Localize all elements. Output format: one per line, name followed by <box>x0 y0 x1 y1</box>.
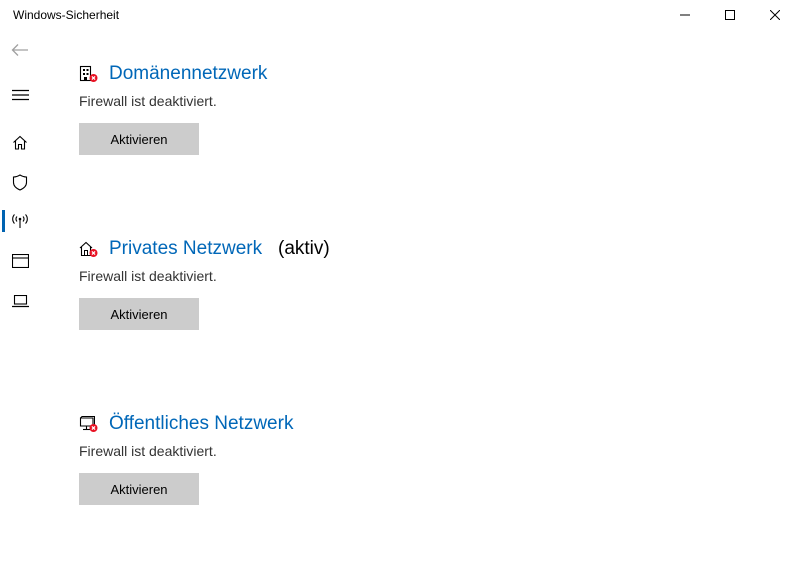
network-section-private: Privates Netzwerk (aktiv) Firewall ist d… <box>79 237 579 330</box>
nav-app-browser-control[interactable] <box>0 243 40 279</box>
network-section-domain: Domänennetzwerk Firewall ist deaktiviert… <box>79 62 579 155</box>
shield-icon <box>12 173 28 191</box>
maximize-button[interactable] <box>707 0 753 30</box>
network-section-public: Öffentliches Netzwerk Firewall ist deakt… <box>79 412 579 505</box>
activate-public-firewall-button[interactable]: Aktivieren <box>79 473 199 505</box>
active-network-label: (aktiv) <box>278 238 330 259</box>
nav-firewall-network[interactable] <box>0 203 40 239</box>
private-network-error-icon <box>79 241 98 257</box>
section-header: Privates Netzwerk (aktiv) <box>79 237 579 263</box>
back-arrow-icon <box>11 44 28 56</box>
hamburger-menu-icon <box>11 89 29 101</box>
nav-home[interactable] <box>0 124 40 160</box>
back-button[interactable] <box>0 32 40 68</box>
firewall-status-text: Firewall ist deaktiviert. <box>79 443 217 459</box>
domain-network-error-icon <box>79 65 98 82</box>
maximize-icon <box>725 10 735 20</box>
firewall-status-text: Firewall ist deaktiviert. <box>79 268 217 284</box>
home-icon <box>13 135 27 150</box>
network-antenna-icon <box>12 214 28 228</box>
firewall-status-text: Firewall ist deaktiviert. <box>79 93 217 109</box>
laptop-icon <box>11 294 29 307</box>
minimize-button[interactable] <box>662 0 708 30</box>
domain-network-link[interactable]: Domänennetzwerk <box>109 62 267 86</box>
close-button[interactable] <box>752 0 793 30</box>
private-network-link[interactable]: Privates Netzwerk <box>109 237 262 261</box>
nav-virus-protection[interactable] <box>0 164 40 200</box>
title-bar: Windows-Sicherheit <box>0 0 793 30</box>
window-title: Windows-Sicherheit <box>13 8 120 22</box>
minimize-icon <box>680 14 690 16</box>
nav-device-security[interactable] <box>0 283 40 319</box>
app-browser-icon <box>11 254 29 268</box>
close-icon <box>770 10 780 20</box>
section-header: Domänennetzwerk <box>79 62 579 88</box>
windows-security-window: Windows-Sicherheit Domänennetzwerk Firew… <box>0 0 793 586</box>
activate-private-firewall-button[interactable]: Aktivieren <box>79 298 199 330</box>
section-header: Öffentliches Netzwerk <box>79 412 579 438</box>
hamburger-menu-button[interactable] <box>0 77 40 113</box>
activate-domain-firewall-button[interactable]: Aktivieren <box>79 123 199 155</box>
public-network-error-icon <box>79 416 98 432</box>
public-network-link[interactable]: Öffentliches Netzwerk <box>109 412 293 436</box>
